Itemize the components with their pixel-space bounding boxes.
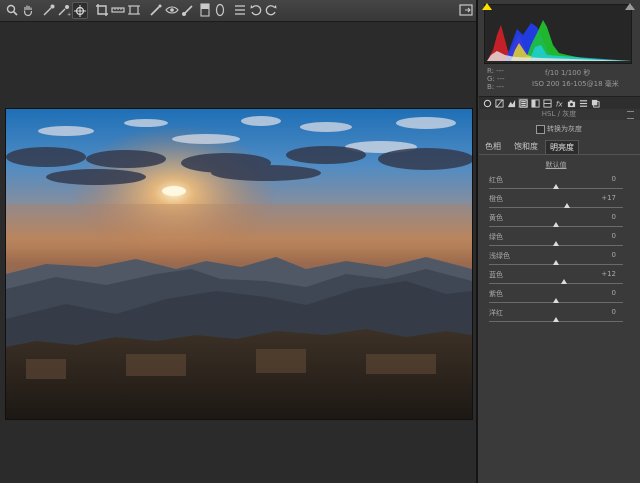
slider-label: 紫色 xyxy=(489,290,503,298)
snapshots-icon[interactable] xyxy=(590,98,600,108)
tab-saturation[interactable]: 饱和度 xyxy=(511,140,541,154)
target-adjust-icon[interactable] xyxy=(72,2,88,19)
rgb-b-readout: B: --- xyxy=(487,83,504,91)
white-balance-icon[interactable] xyxy=(42,3,56,17)
slider-thumb[interactable] xyxy=(553,317,559,322)
tone-curve-icon[interactable] xyxy=(494,98,504,108)
hand-icon[interactable] xyxy=(21,3,35,17)
detail-icon[interactable] xyxy=(506,98,516,108)
slider-thumb[interactable] xyxy=(553,241,559,246)
slider-value[interactable]: 0 xyxy=(594,232,616,240)
fullscreen-icon[interactable] xyxy=(459,3,473,17)
slider-label: 橙色 xyxy=(489,195,503,203)
camera-calibration-icon[interactable] xyxy=(566,98,576,108)
radial-filter-icon[interactable] xyxy=(213,3,227,17)
split-toning-icon[interactable] xyxy=(530,98,540,108)
preferences-icon[interactable] xyxy=(233,3,247,17)
slider-thumb[interactable] xyxy=(564,203,571,208)
basic-icon[interactable] xyxy=(482,98,492,108)
slider-value[interactable]: 0 xyxy=(594,308,616,316)
svg-text:fx: fx xyxy=(555,99,563,107)
effects-icon[interactable]: fx xyxy=(554,98,564,108)
slider-value[interactable]: 0 xyxy=(594,213,616,221)
slider-thumb[interactable] xyxy=(553,298,559,303)
panel-menu-icon[interactable] xyxy=(627,111,634,119)
svg-text:+: + xyxy=(67,12,71,17)
tab-hue[interactable]: 色相 xyxy=(481,140,505,154)
subtab-underline xyxy=(479,154,640,155)
slider-thumb[interactable] xyxy=(553,222,559,227)
slider-value[interactable]: 0 xyxy=(594,251,616,259)
red-eye-icon[interactable] xyxy=(165,3,179,17)
histogram xyxy=(484,4,632,64)
slider-label: 黄色 xyxy=(489,214,503,222)
graduated-filter-icon[interactable] xyxy=(198,3,212,17)
slider-label: 绿色 xyxy=(489,233,503,241)
photo-preview[interactable] xyxy=(5,108,473,420)
slider-label: 浅绿色 xyxy=(489,252,510,260)
slider-label: 红色 xyxy=(489,176,503,184)
spot-removal-icon[interactable] xyxy=(149,3,163,17)
shadow-clipping-indicator[interactable] xyxy=(482,3,492,10)
slider-label: 蓝色 xyxy=(489,271,503,279)
slider-thumb[interactable] xyxy=(561,279,568,284)
hsl-icon[interactable] xyxy=(518,98,528,108)
presets-icon[interactable] xyxy=(578,98,588,108)
iso-lens-info: ISO 200 16-105@18 毫米 xyxy=(532,80,619,88)
highlight-clipping-indicator[interactable] xyxy=(625,3,635,10)
slider-thumb[interactable] xyxy=(553,184,559,189)
rotate-right-icon[interactable] xyxy=(264,3,278,17)
landscape-photo xyxy=(6,109,472,419)
rotate-left-icon[interactable] xyxy=(249,3,263,17)
slider-track[interactable] xyxy=(489,283,623,284)
zoom-icon[interactable] xyxy=(5,3,19,17)
rgb-r-readout: R: --- xyxy=(487,67,504,75)
slider-thumb[interactable] xyxy=(553,260,559,265)
rgb-g-readout: G: --- xyxy=(487,75,505,83)
panel-tab-strip: fx xyxy=(479,96,640,110)
slider-value[interactable]: +17 xyxy=(594,194,616,202)
transform-icon[interactable] xyxy=(127,3,141,17)
tab-luminance[interactable]: 明亮度 xyxy=(545,140,579,155)
default-link[interactable]: 默认值 xyxy=(540,160,572,170)
straighten-icon[interactable] xyxy=(111,3,125,17)
histogram-graph xyxy=(487,20,631,61)
color-sampler-icon[interactable]: + xyxy=(57,3,71,17)
slider-value[interactable]: +12 xyxy=(594,270,616,278)
convert-to-grayscale-label: 转换为灰度 xyxy=(547,125,582,133)
exposure-info: f/10 1/100 秒 xyxy=(545,69,591,77)
section-title: HSL / 灰度 xyxy=(478,109,640,120)
adjustment-brush-icon[interactable] xyxy=(181,3,195,17)
convert-to-grayscale-checkbox[interactable] xyxy=(536,125,545,134)
slider-value[interactable]: 0 xyxy=(594,289,616,297)
slider-value[interactable]: 0 xyxy=(594,175,616,183)
lens-icon[interactable] xyxy=(542,98,552,108)
slider-label: 洋红 xyxy=(489,309,503,317)
crop-icon[interactable] xyxy=(95,3,109,17)
slider-track[interactable] xyxy=(489,207,623,208)
